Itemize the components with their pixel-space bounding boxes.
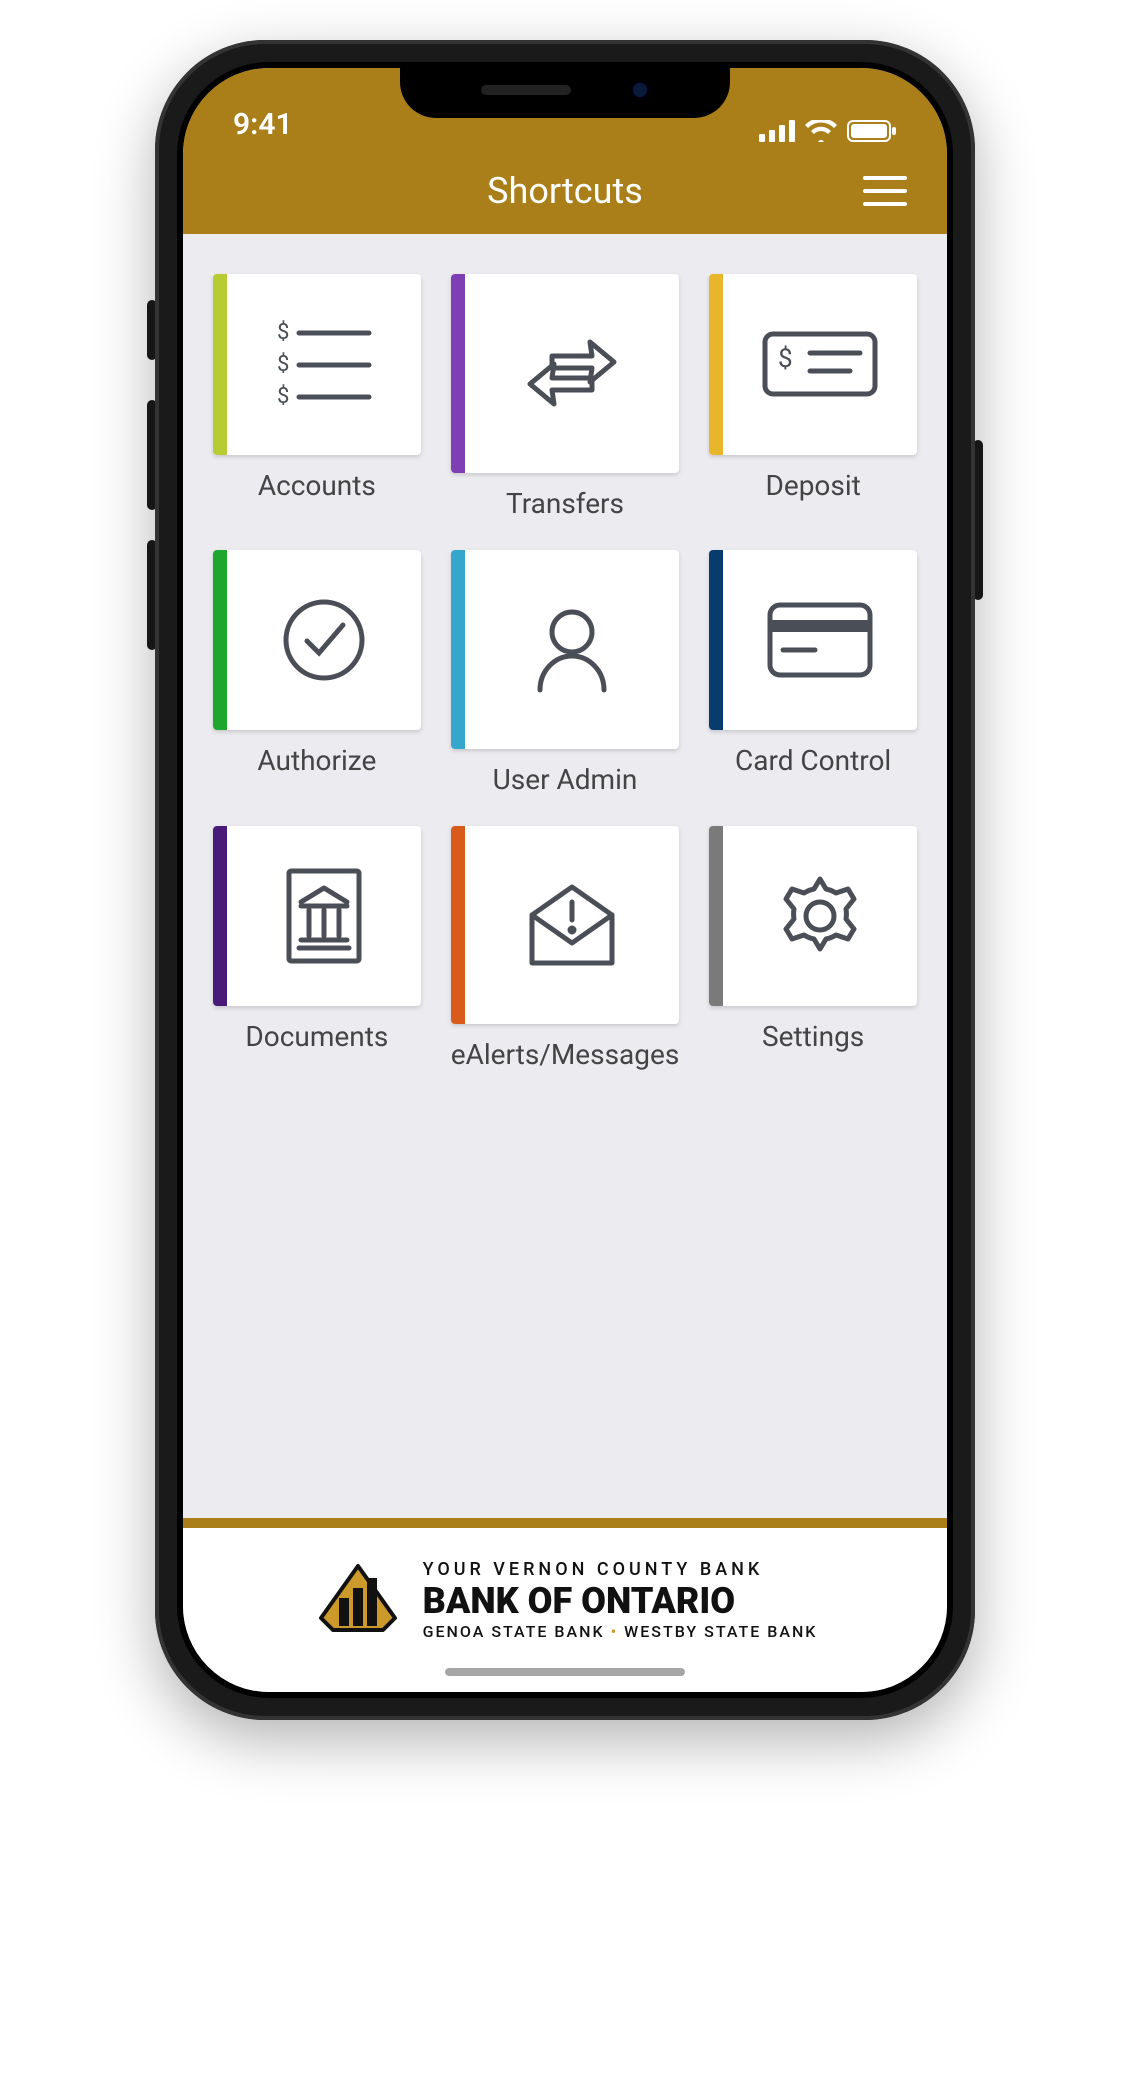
wifi-icon — [805, 120, 837, 142]
footer-branding: YOUR VERNON COUNTY BANK BANK OF ONTARIO … — [183, 1518, 947, 1692]
cellular-signal-icon — [759, 120, 795, 142]
home-indicator — [445, 1668, 685, 1676]
shortcut-label: Card Control — [735, 744, 891, 777]
phone-mockup: 9:41 Shortcuts — [155, 40, 975, 1720]
svg-text:$: $ — [778, 344, 793, 374]
shortcut-label: User Admin — [493, 763, 638, 796]
shortcut-label: Transfers — [506, 487, 624, 520]
shortcut-accounts[interactable]: $ $ $ Accounts — [213, 274, 421, 520]
shortcut-alerts[interactable]: eAlerts/Messages — [451, 826, 680, 1072]
transfers-icon — [465, 274, 680, 473]
shortcut-label: Deposit — [765, 469, 860, 502]
deposit-icon: $ — [723, 274, 917, 455]
phone-notch — [400, 62, 730, 118]
svg-text:$: $ — [277, 352, 289, 377]
alerts-icon — [465, 826, 680, 1025]
shortcut-label: Settings — [762, 1020, 864, 1053]
hamburger-icon — [863, 174, 907, 208]
shortcut-documents[interactable]: Documents — [213, 826, 421, 1072]
settings-icon — [723, 826, 917, 1007]
footer-branches: GENOA STATE BANK • WESTBY STATE BANK — [423, 1622, 818, 1641]
footer-tagline: YOUR VERNON COUNTY BANK — [423, 1559, 818, 1580]
documents-icon — [227, 826, 421, 1007]
accounts-icon: $ $ $ — [227, 274, 421, 455]
shortcut-user-admin[interactable]: User Admin — [451, 550, 680, 796]
shortcut-label: eAlerts/Messages — [451, 1038, 680, 1071]
card-icon — [723, 550, 917, 731]
svg-text:$: $ — [277, 384, 289, 409]
shortcut-transfers[interactable]: Transfers — [451, 274, 680, 520]
bank-logo-icon — [313, 1558, 403, 1642]
user-icon — [465, 550, 680, 749]
svg-text:$: $ — [277, 320, 289, 345]
app-screen: 9:41 Shortcuts — [183, 68, 947, 1692]
menu-button[interactable] — [863, 174, 907, 208]
footer-bank-name: BANK OF ONTARIO — [423, 1580, 818, 1622]
shortcut-card-control[interactable]: Card Control — [709, 550, 917, 796]
authorize-icon — [227, 550, 421, 731]
shortcut-label: Accounts — [258, 469, 376, 502]
shortcut-grid: $ $ $ Accounts Transfers — [213, 274, 917, 1071]
shortcut-label: Documents — [245, 1020, 388, 1053]
shortcuts-content: $ $ $ Accounts Transfers — [183, 234, 947, 1518]
battery-icon — [847, 120, 897, 142]
shortcut-deposit[interactable]: $ Deposit — [709, 274, 917, 520]
shortcut-authorize[interactable]: Authorize — [213, 550, 421, 796]
shortcut-label: Authorize — [257, 744, 376, 777]
shortcut-settings[interactable]: Settings — [709, 826, 917, 1072]
status-time: 9:41 — [233, 107, 293, 142]
page-title: Shortcuts — [487, 170, 643, 212]
nav-bar: Shortcuts — [183, 148, 947, 234]
